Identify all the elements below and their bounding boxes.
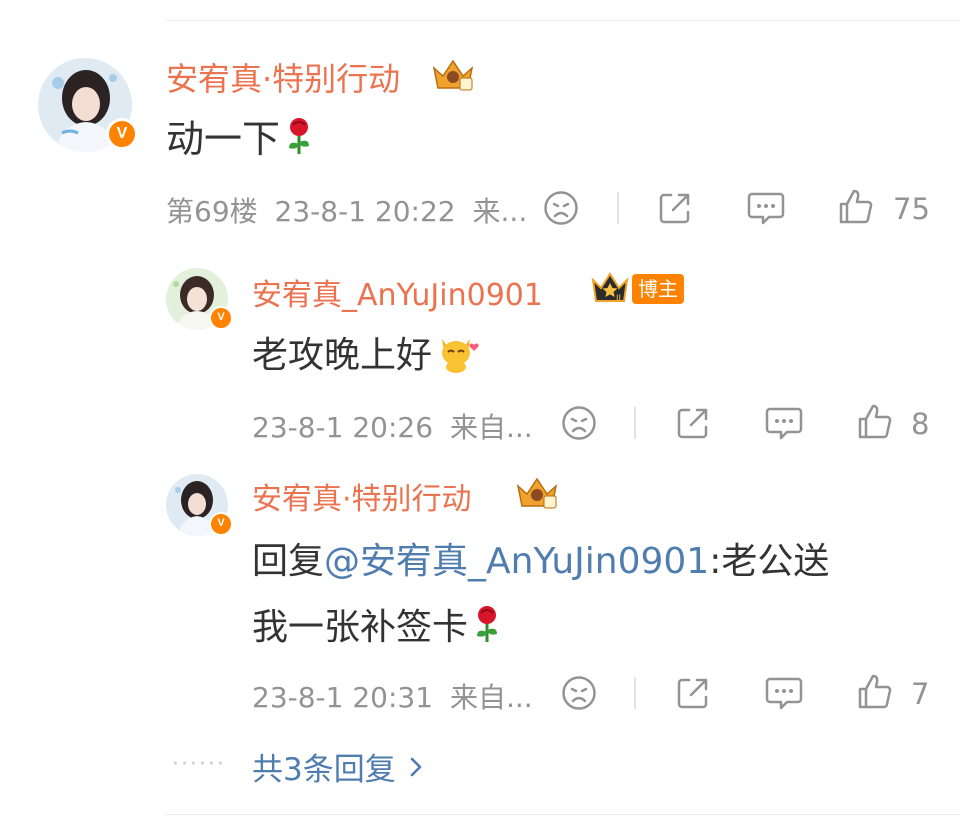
rose-icon (289, 117, 310, 154)
mention-link[interactable]: @安宥真_AnYuJin0901 (324, 541, 709, 582)
action-separator (634, 677, 636, 709)
like-count: 75 (893, 192, 930, 226)
comment-icon (765, 677, 803, 710)
reply-username[interactable]: 安宥真·特别行动 (252, 474, 472, 518)
comment-text: 动一下 (166, 108, 314, 163)
reply-time: 23-8-1 20:31 (252, 681, 434, 714)
reply-text-line1: 回复@安宥真_AnYuJin0901:老公送 (252, 532, 829, 584)
comment-source: 来... (472, 195, 528, 228)
action-separator (617, 192, 619, 224)
reply-source: 来自... (449, 681, 533, 714)
action-separator (634, 407, 636, 439)
like-icon (839, 189, 873, 224)
like-button[interactable] (857, 403, 893, 441)
comment-text-value: 动一下 (166, 117, 281, 161)
dislike-button[interactable] (561, 675, 597, 711)
comment-icon (765, 407, 803, 440)
like-count: 8 (911, 407, 930, 441)
dislike-icon (544, 191, 578, 225)
reply-prefix: 回复 (252, 541, 325, 582)
comment-meta: 第69楼 23-8-1 20:22 来... (166, 190, 527, 230)
comment-username[interactable]: 安宥真·特别行动 (166, 54, 400, 100)
crown-icon: II (591, 272, 629, 303)
comment-icon (747, 192, 785, 225)
reply-meta: 23-8-1 20:31 来自... (252, 676, 533, 716)
reply-text-value: 我一张补签卡 (252, 607, 469, 648)
rose-icon (477, 606, 498, 642)
bottom-divider (166, 814, 960, 815)
share-icon (677, 408, 708, 439)
dislike-button[interactable] (561, 405, 597, 441)
comment-floor: 第69楼 (166, 195, 258, 228)
share-icon (659, 193, 690, 224)
like-icon (858, 404, 892, 439)
svg-text:II: II (616, 293, 621, 303)
reply-text-value: 老攻晚上好 (252, 335, 433, 376)
more-replies-dots: ······ (172, 752, 226, 777)
cat-emoji-icon (442, 339, 479, 373)
reply-text-value: :老公送 (709, 541, 830, 582)
dislike-icon (562, 406, 596, 440)
reply-meta: 23-8-1 20:26 来自... (252, 406, 533, 446)
top-divider (166, 20, 960, 21)
avatar[interactable]: V (38, 58, 138, 152)
reply-time: 23-8-1 20:26 (252, 411, 434, 444)
more-replies-label: 共3条回复 (252, 752, 396, 788)
comment-button[interactable] (765, 675, 803, 711)
like-button[interactable] (857, 673, 893, 711)
like-icon (858, 674, 892, 709)
share-button[interactable] (675, 675, 711, 711)
more-replies-link[interactable]: 共3条回复 (252, 744, 428, 789)
verified-badge: V (209, 306, 233, 330)
share-button[interactable] (657, 190, 693, 226)
reply-text-line2: 我一张补签卡 (252, 598, 502, 650)
comment-time: 23-8-1 20:22 (274, 195, 456, 228)
comment-button[interactable] (747, 190, 785, 226)
dislike-button[interactable] (543, 190, 579, 226)
like-button[interactable] (838, 188, 874, 226)
crown-icon (432, 59, 474, 91)
share-button[interactable] (675, 405, 711, 441)
share-icon (677, 678, 708, 709)
comment-button[interactable] (765, 405, 803, 441)
chevron-right-icon (410, 757, 422, 776)
like-count: 7 (911, 677, 930, 711)
dislike-icon (562, 676, 596, 710)
reply-text: 老攻晚上好 (252, 326, 480, 378)
reply-avatar[interactable]: V (166, 268, 233, 330)
verified-badge: V (106, 118, 138, 150)
crown-icon (516, 477, 558, 509)
blogger-tag: 博主 (632, 274, 684, 304)
reply-source: 来自... (449, 411, 533, 444)
reply-username[interactable]: 安宥真_AnYuJin0901 (252, 270, 543, 314)
reply-avatar[interactable]: V (166, 474, 233, 536)
verified-badge: V (209, 512, 233, 536)
